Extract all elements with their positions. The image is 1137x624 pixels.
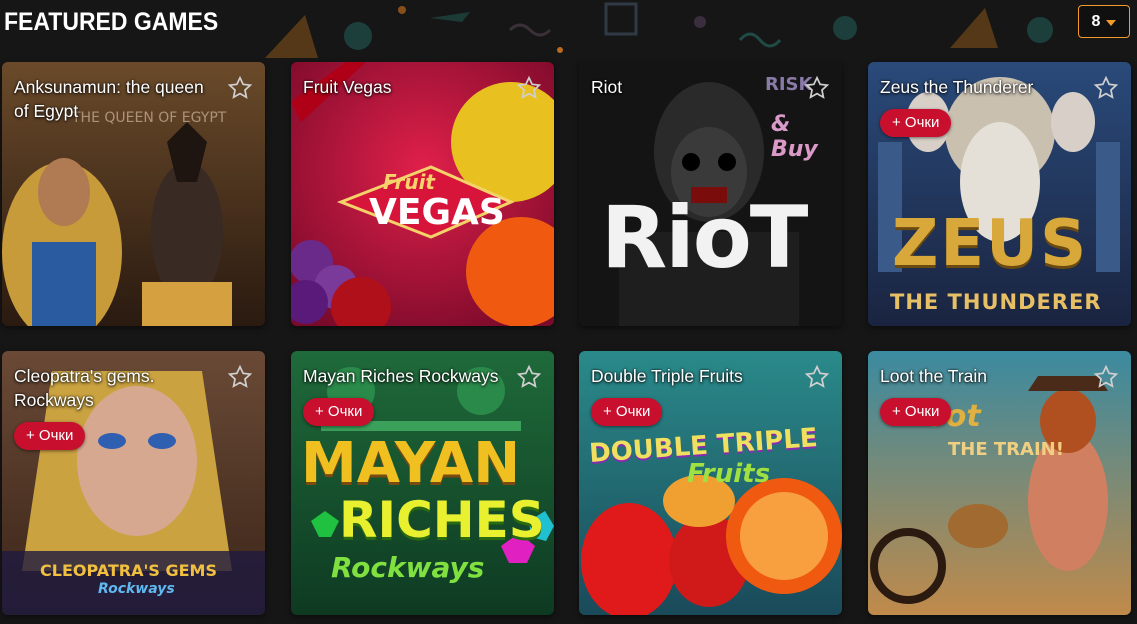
- game-title: Mayan Riches Rockways: [303, 366, 499, 386]
- points-badge: + Очки: [303, 398, 375, 426]
- star-outline-icon[interactable]: [227, 364, 253, 390]
- game-card-anksunamun[interactable]: THE QUEEN OF EGYPT Anksunamun: the queen…: [2, 62, 265, 326]
- thumbnail-art-text: & Buy: [771, 112, 818, 162]
- star-outline-icon[interactable]: [804, 75, 830, 101]
- game-thumbnail: [868, 62, 1131, 326]
- star-outline-icon[interactable]: [516, 364, 542, 390]
- thumbnail-art-text: CLEOPATRA'S GEMS: [40, 561, 217, 580]
- star-outline-icon[interactable]: [227, 75, 253, 101]
- game-title: Zeus the Thunderer: [880, 77, 1034, 97]
- thumbnail-art-text: ZEUS: [892, 207, 1089, 281]
- count-select-value: 8: [1091, 12, 1101, 30]
- points-badge: + Очки: [880, 109, 952, 137]
- page-title: FEATURED GAMES: [4, 8, 219, 36]
- game-card-fruit-vegas[interactable]: Fruit VEGAS Fruit Vegas: [291, 62, 554, 326]
- points-badge: + Очки: [880, 398, 952, 426]
- thumbnail-art-text: THE TRAIN!: [948, 439, 1064, 460]
- game-title: Anksunamun: the queen of Egypt: [14, 77, 204, 121]
- thumbnail-art-text: Rockways: [331, 551, 485, 584]
- points-badge: + Очки: [591, 398, 663, 426]
- thumbnail-art-text: RICHES: [339, 491, 545, 549]
- game-card-double-triple-fruits[interactable]: DOUBLE TRIPLE Fruits Double Triple Fruit…: [579, 351, 842, 615]
- game-card-mayan-riches[interactable]: MAYAN RICHES Rockways Mayan Riches Rockw…: [291, 351, 554, 615]
- game-card-riot[interactable]: RioT RISK & Buy Riot: [579, 62, 842, 326]
- star-outline-icon[interactable]: [804, 364, 830, 390]
- thumbnail-art-text: RioT: [601, 188, 808, 288]
- star-outline-icon[interactable]: [516, 75, 542, 101]
- star-outline-icon[interactable]: [1093, 364, 1119, 390]
- points-badge: + Очки: [14, 422, 86, 450]
- game-thumbnail: [868, 351, 1131, 615]
- game-title: Cleopatra's gems. Rockways: [14, 366, 155, 410]
- game-title: Riot: [591, 77, 623, 97]
- thumbnail-art-text: Rockways: [98, 581, 175, 597]
- game-title: Fruit Vegas: [303, 77, 392, 97]
- thumbnail-art-text: Fruit: [383, 170, 435, 194]
- game-title: Double Triple Fruits: [591, 366, 743, 386]
- chevron-down-icon: [1106, 19, 1117, 26]
- thumbnail-art-text: MAYAN: [301, 431, 521, 496]
- game-card-zeus[interactable]: ZEUS THE THUNDERER Zeus the Thunderer + …: [868, 62, 1131, 326]
- games-count-select[interactable]: 8: [1078, 5, 1130, 38]
- game-title: Loot the Train: [880, 366, 988, 386]
- thumbnail-art-text: Fruits: [687, 459, 771, 489]
- thumbnail-art-text: VEGAS: [369, 192, 505, 233]
- game-card-cleopatras-gems[interactable]: CLEOPATRA'S GEMS Rockways Cleopatra's ge…: [2, 351, 265, 615]
- thumbnail-art-text: THE THUNDERER: [890, 290, 1102, 314]
- star-outline-icon[interactable]: [1093, 75, 1119, 101]
- game-card-loot-the-train[interactable]: Loot THE TRAIN! Loot the Train + Очки: [868, 351, 1131, 615]
